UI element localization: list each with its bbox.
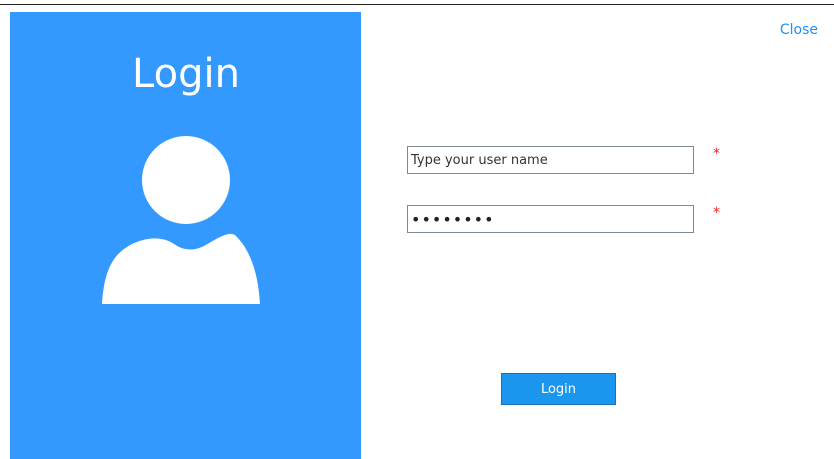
username-input[interactable]	[407, 146, 694, 174]
close-link[interactable]: Close	[780, 22, 818, 38]
username-required-marker: *	[713, 146, 720, 162]
password-input[interactable]	[407, 205, 694, 233]
login-button[interactable]: Login	[501, 373, 616, 405]
login-side-panel: Login	[10, 12, 361, 459]
top-divider	[0, 4, 834, 5]
username-row: *	[407, 146, 720, 174]
login-dialog: Login Close * * Login	[0, 0, 834, 459]
password-required-marker: *	[713, 205, 720, 221]
user-silhouette-icon	[102, 136, 260, 304]
password-row: *	[407, 205, 720, 233]
panel-title: Login	[132, 51, 240, 97]
